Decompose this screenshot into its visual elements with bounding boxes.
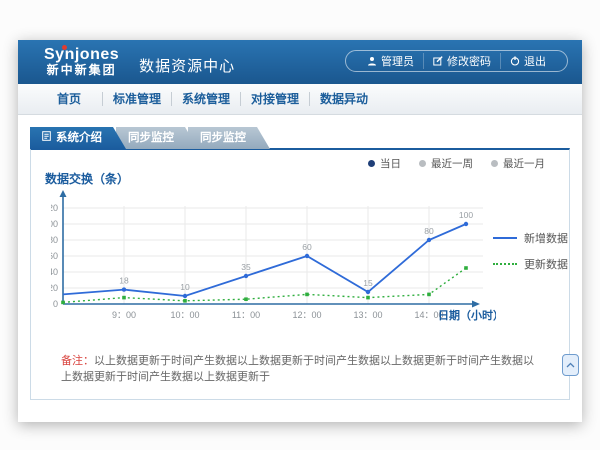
page-title: 数据资源中心: [139, 49, 235, 76]
logo-secondary: 新中新集团: [44, 64, 119, 77]
exchange-line-chart: 0 20 40 60 80 100 120 9：00 10：00 11：00 12：00 13：00 1…: [51, 186, 496, 336]
radio-today-label: 当日: [380, 156, 401, 171]
tab-bar: 系统介绍 同步监控 同步监控: [30, 127, 260, 149]
tab-sync-monitor-2[interactable]: 同步监控: [188, 127, 270, 149]
chart-y-axis-title: 数据交换（条）: [45, 170, 129, 187]
legend-label: 新增数据: [524, 230, 568, 246]
svg-text:15: 15: [363, 278, 373, 288]
change-password-button[interactable]: 修改密码: [423, 53, 500, 69]
svg-text:10: 10: [180, 282, 190, 292]
power-icon: [510, 56, 520, 66]
admin-user-button[interactable]: 管理员: [358, 53, 423, 69]
svg-text:12：00: 12：00: [292, 310, 321, 320]
legend-label: 更新数据: [524, 256, 568, 272]
content-area: 系统介绍 同步监控 同步监控 当日 最近一周: [18, 115, 582, 422]
logout-button[interactable]: 退出: [500, 53, 555, 69]
legend-item-new-data: 新增数据: [493, 230, 568, 246]
radio-last-week-label: 最近一周: [431, 156, 473, 171]
svg-text:13：00: 13：00: [353, 310, 382, 320]
nav-item-connect-mgmt[interactable]: 对接管理: [241, 84, 309, 114]
radio-last-month-label: 最近一月: [503, 156, 545, 171]
chart-panel: 当日 最近一周 最近一月 数据交换（条） 0 20 40 60 80 100 120 9：00…: [30, 148, 570, 400]
time-range-filter: 当日 最近一周 最近一月: [368, 156, 545, 171]
legend-item-update-data: 更新数据: [493, 256, 568, 272]
svg-text:18: 18: [119, 276, 129, 286]
svg-text:40: 40: [51, 267, 58, 277]
change-password-label: 修改密码: [447, 53, 491, 69]
tab-system-intro[interactable]: 系统介绍: [30, 127, 126, 149]
nav-item-home[interactable]: 首页: [36, 84, 102, 114]
svg-text:100: 100: [51, 219, 58, 229]
main-nav: 首页 标准管理 系统管理 对接管理 数据异动: [18, 84, 582, 115]
tab-sync-monitor-1[interactable]: 同步监控: [116, 127, 198, 149]
svg-text:日期（小时）: 日期（小时）: [438, 308, 496, 322]
radio-dot-icon: [368, 160, 375, 167]
user-icon: [367, 56, 377, 66]
edit-icon: [433, 56, 443, 66]
radio-dot-icon: [419, 160, 426, 167]
legend-line-solid-icon: [493, 237, 517, 239]
tab-label: 系统介绍: [56, 127, 102, 149]
legend-line-dotted-icon: [493, 263, 517, 265]
footnote: 备注：以上数据更新于时间产生数据以上数据更新于时间产生数据以上数据更新于时间产生…: [61, 352, 541, 384]
radio-last-week[interactable]: 最近一周: [419, 156, 473, 171]
admin-user-label: 管理员: [381, 53, 414, 69]
radio-last-month[interactable]: 最近一月: [491, 156, 545, 171]
svg-text:120: 120: [51, 203, 58, 213]
nav-item-data-change[interactable]: 数据异动: [310, 84, 378, 114]
chevron-up-icon: [566, 362, 575, 368]
nav-item-standard-mgmt[interactable]: 标准管理: [103, 84, 171, 114]
footnote-text: 以上数据更新于时间产生数据以上数据更新于时间产生数据以上数据更新于时间产生数据以…: [61, 355, 534, 383]
radio-dot-icon: [491, 160, 498, 167]
svg-text:60: 60: [302, 242, 312, 252]
header-bar: Synjones 新中新集团 数据资源中心 管理员 修改密码 退出: [18, 40, 582, 84]
logo-primary: Synjones: [44, 47, 119, 64]
back-to-top-button[interactable]: [562, 354, 579, 376]
footnote-prefix: 备注：: [61, 355, 94, 367]
chart-legend: 新增数据 更新数据: [493, 230, 568, 272]
svg-text:100: 100: [459, 210, 473, 220]
document-icon: [42, 127, 51, 149]
user-toolbar: 管理员 修改密码 退出: [345, 50, 568, 72]
svg-text:11：00: 11：00: [232, 310, 260, 320]
logout-label: 退出: [524, 53, 546, 69]
nav-item-system-mgmt[interactable]: 系统管理: [172, 84, 240, 114]
app-window: Synjones 新中新集团 数据资源中心 管理员 修改密码 退出: [18, 40, 582, 422]
svg-text:35: 35: [241, 262, 251, 272]
tab-label: 同步监控: [200, 127, 246, 149]
svg-text:10：00: 10：00: [170, 310, 199, 320]
svg-text:9：00: 9：00: [112, 310, 136, 320]
svg-text:0: 0: [53, 299, 58, 309]
svg-text:60: 60: [51, 251, 58, 261]
svg-text:20: 20: [51, 283, 58, 293]
company-logo: Synjones 新中新集团: [44, 47, 119, 76]
radio-today[interactable]: 当日: [368, 156, 401, 171]
tab-label: 同步监控: [128, 127, 174, 149]
svg-text:80: 80: [51, 235, 58, 245]
svg-text:80: 80: [424, 226, 434, 236]
